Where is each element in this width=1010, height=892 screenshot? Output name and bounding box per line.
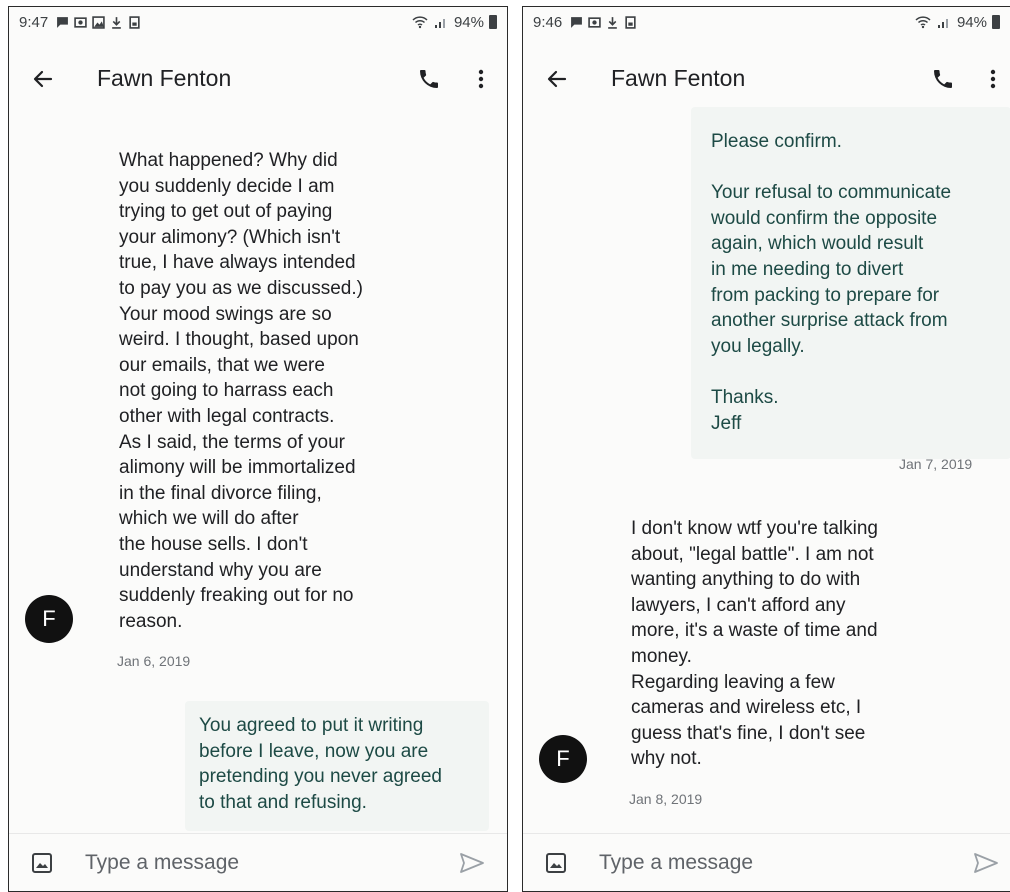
- back-arrow-icon[interactable]: [545, 67, 569, 91]
- send-icon[interactable]: [973, 852, 999, 874]
- status-right: 94%: [915, 14, 1000, 31]
- incoming-message: What happened? Why did you suddenly deci…: [119, 150, 363, 632]
- notification-icons: [570, 15, 637, 29]
- send-icon[interactable]: [459, 852, 485, 874]
- status-right: 94%: [412, 14, 497, 31]
- app-notification-icon: [588, 16, 601, 28]
- avatar: F: [539, 735, 587, 783]
- sim-icon: [129, 15, 140, 29]
- conversation-panel-left: 9:47 94% Fawn Fenton What happened? Why …: [8, 6, 508, 892]
- image-notification-icon: [92, 15, 105, 29]
- contact-name: Fawn Fenton: [97, 65, 232, 91]
- conversation-panel-right: 9:46 94% Fawn Fenton Please confirm. You…: [522, 6, 1010, 892]
- status-bar: 9:46 94%: [523, 7, 1010, 37]
- message-date: Jan 6, 2019: [117, 653, 191, 669]
- avatar: F: [25, 595, 73, 643]
- sim-icon: [625, 15, 636, 29]
- back-arrow-icon[interactable]: [31, 67, 55, 91]
- gallery-icon[interactable]: [545, 852, 567, 874]
- notification-icons: [56, 15, 141, 29]
- battery-icon: [992, 15, 1000, 29]
- download-icon: [608, 16, 618, 29]
- gallery-icon[interactable]: [31, 852, 53, 874]
- status-time: 9:47: [19, 13, 49, 31]
- compose-bar: [523, 833, 1010, 891]
- battery-percent: 94%: [453, 13, 484, 31]
- outgoing-message: You agreed to put it writing before I le…: [199, 715, 442, 813]
- phone-icon[interactable]: [417, 67, 441, 91]
- status-bar: 9:47 94%: [9, 7, 507, 37]
- wifi-icon: [412, 16, 428, 29]
- download-icon: [112, 16, 122, 29]
- signal-icon: [434, 19, 445, 28]
- message-input[interactable]: [85, 846, 425, 880]
- message-input[interactable]: [599, 846, 939, 880]
- app-bar: Fawn Fenton: [9, 51, 507, 107]
- message-date: Jan 7, 2019: [899, 456, 973, 472]
- more-options-icon[interactable]: [477, 67, 485, 91]
- signal-icon: [937, 19, 948, 28]
- contact-name: Fawn Fenton: [611, 65, 746, 91]
- battery-percent: 94%: [956, 13, 987, 31]
- app-notification-icon: [74, 16, 87, 28]
- phone-icon[interactable]: [931, 67, 955, 91]
- message-date: Jan 8, 2019: [629, 791, 703, 807]
- incoming-message: I don't know wtf you're talking about, "…: [631, 518, 878, 770]
- outgoing-message: Please confirm. Your refusal to communic…: [711, 131, 952, 434]
- message-notification-icon: [57, 16, 69, 28]
- status-time: 9:46: [533, 13, 563, 31]
- message-notification-icon: [571, 16, 583, 28]
- battery-icon: [489, 15, 497, 29]
- more-options-icon[interactable]: [989, 67, 997, 91]
- wifi-icon: [915, 16, 931, 29]
- app-bar: Fawn Fenton: [523, 51, 1010, 107]
- compose-bar: [9, 833, 507, 891]
